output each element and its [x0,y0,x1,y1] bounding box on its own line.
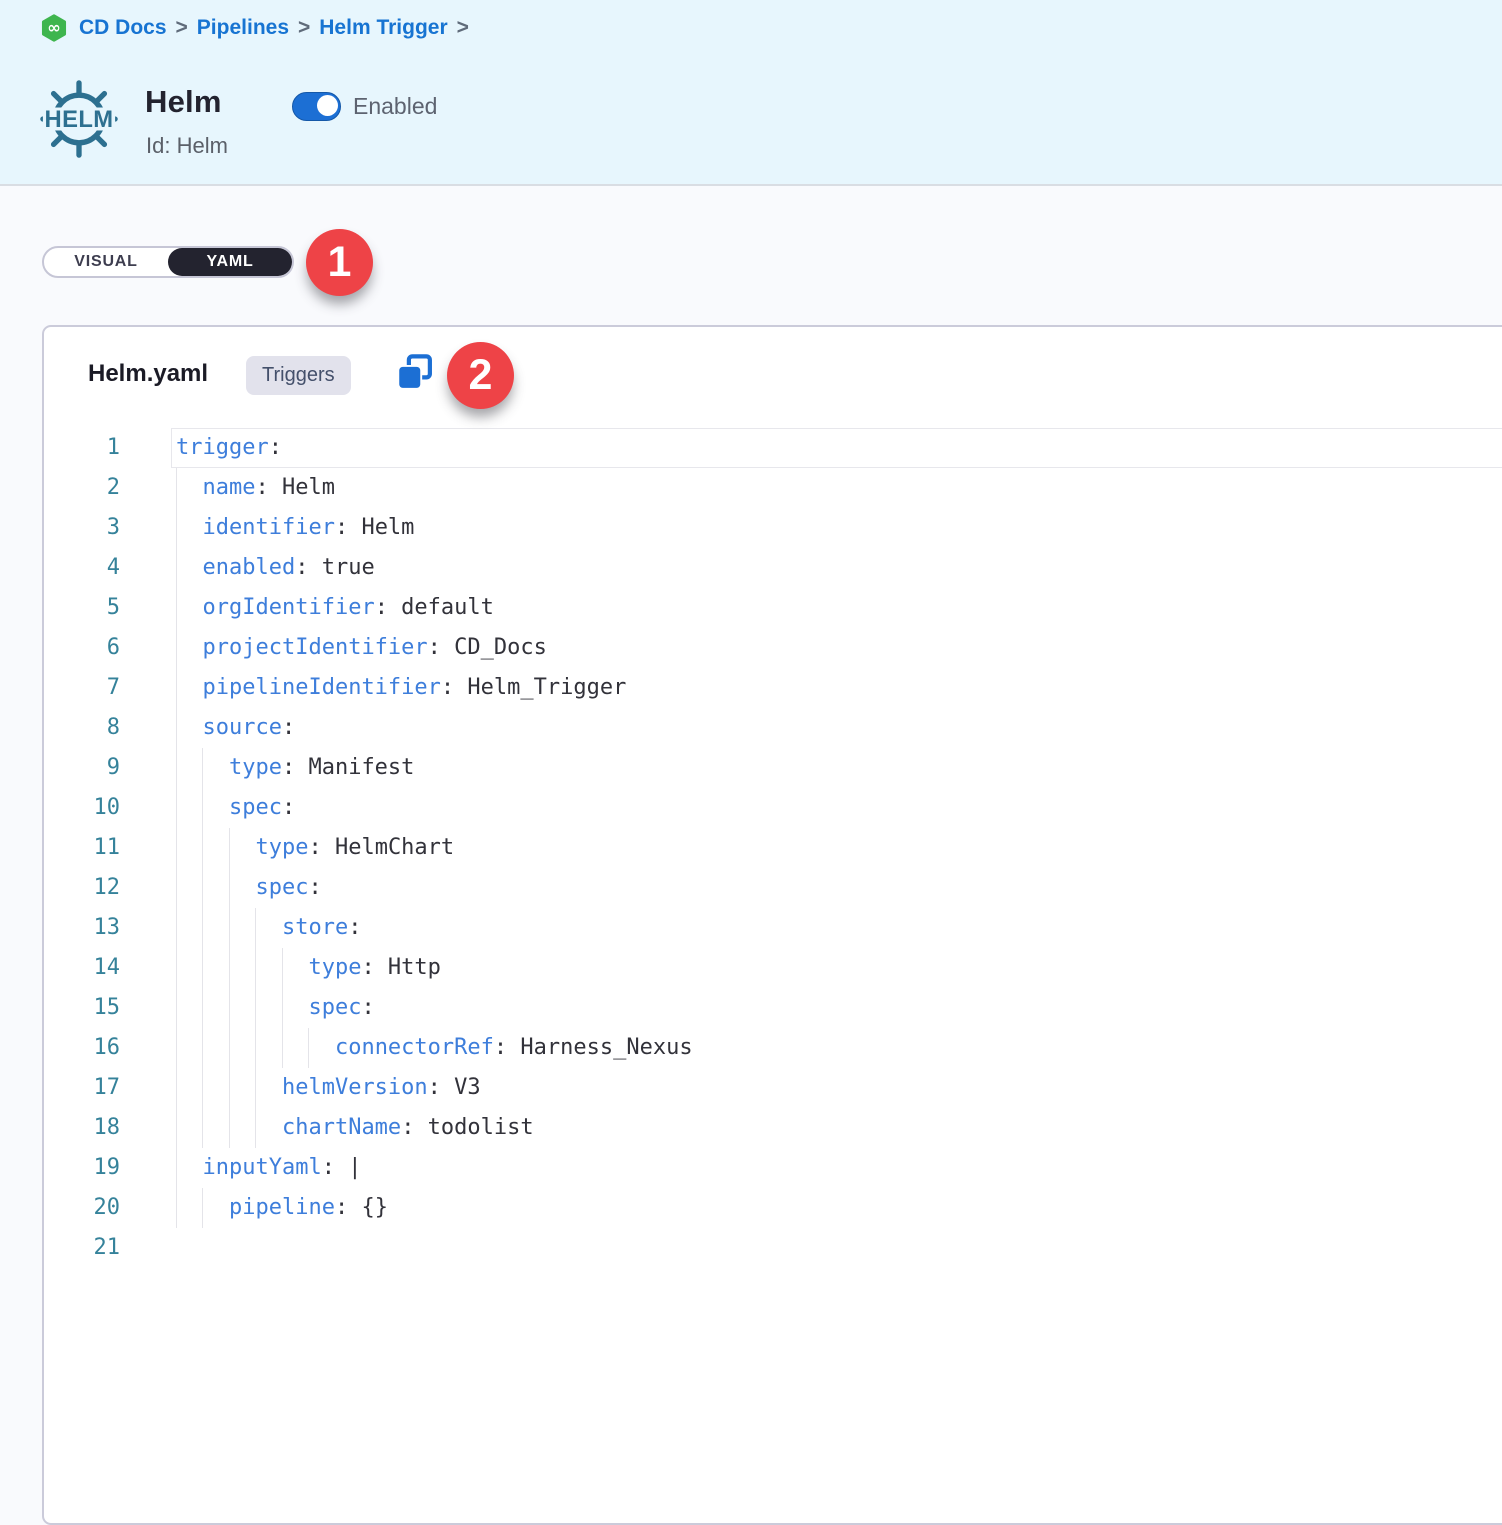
line-number: 10 [44,788,120,828]
line-number: 5 [44,588,120,628]
line-number: 6 [44,628,120,668]
svg-text:∞: ∞ [47,18,61,37]
triggers-badge: Triggers [246,356,351,395]
page-title: Helm [145,84,222,120]
line-number: 1 [44,428,120,468]
breadcrumb-separator: > [457,16,469,40]
code-line[interactable]: source: [176,708,1502,748]
line-number: 19 [44,1148,120,1188]
line-number: 8 [44,708,120,748]
copy-icon [394,352,436,394]
code-line[interactable]: projectIdentifier: CD_Docs [176,628,1502,668]
enabled-label: Enabled [353,93,437,120]
code-line[interactable]: spec: [176,788,1502,828]
code-line[interactable]: connectorRef: Harness_Nexus [176,1028,1502,1068]
code-line[interactable]: type: HelmChart [176,828,1502,868]
code-line[interactable]: spec: [176,988,1502,1028]
view-switch: VISUAL YAML [42,246,294,278]
code-line[interactable]: identifier: Helm [176,508,1502,548]
line-number: 17 [44,1068,120,1108]
code-line[interactable]: orgIdentifier: default [176,588,1502,628]
code-line[interactable]: type: Manifest [176,748,1502,788]
tab-yaml[interactable]: YAML [168,248,292,276]
code-line[interactable]: pipeline: {} [176,1188,1502,1228]
yaml-editor[interactable]: 1 trigger: 2 name: Helm 3 identifier: Helm 4… [44,428,1502,1366]
line-number: 15 [44,988,120,1028]
line-number: 16 [44,1028,120,1068]
harness-cd-icon[interactable]: ∞ [40,14,68,42]
breadcrumb-link[interactable]: CD Docs [79,16,167,40]
trigger-id: Id: Helm [146,133,228,159]
toggle-knob [317,95,338,116]
code-line[interactable]: trigger: [176,428,1502,468]
page-header: ∞ CD Docs > Pipelines > Helm Trigger > HELM H… [0,0,1502,186]
code-line[interactable]: type: Http [176,948,1502,988]
line-number: 11 [44,828,120,868]
code-line[interactable]: inputYaml: | [176,1148,1502,1188]
code-line[interactable]: chartName: todolist [176,1108,1502,1148]
line-number: 13 [44,908,120,948]
line-number: 3 [44,508,120,548]
code-line[interactable]: name: Helm [176,468,1502,508]
helm-logo-text: HELM [45,106,114,133]
line-number: 9 [44,748,120,788]
line-number: 14 [44,948,120,988]
code-line[interactable]: store: [176,908,1502,948]
breadcrumb-separator: > [298,16,310,40]
code-line[interactable]: helmVersion: V3 [176,1068,1502,1108]
breadcrumb: ∞ CD Docs > Pipelines > Helm Trigger > [40,13,478,43]
enabled-toggle[interactable] [292,92,341,121]
line-number: 12 [44,868,120,908]
line-number: 18 [44,1108,120,1148]
helm-logo: HELM [38,78,120,160]
annotation-badge-2: 2 [447,342,514,409]
breadcrumb-links: CD Docs > Pipelines > Helm Trigger > [79,16,478,40]
copy-button[interactable] [394,352,436,394]
line-number: 21 [44,1228,120,1268]
line-number: 4 [44,548,120,588]
breadcrumb-separator: > [176,16,188,40]
code-line[interactable]: pipelineIdentifier: Helm_Trigger [176,668,1502,708]
line-number: 2 [44,468,120,508]
breadcrumb-link[interactable]: Pipelines [197,16,289,40]
tab-visual[interactable]: VISUAL [44,248,168,276]
annotation-badge-1: 1 [306,229,373,296]
file-name: Helm.yaml [88,360,208,388]
line-number: 7 [44,668,120,708]
breadcrumb-link[interactable]: Helm Trigger [319,16,447,40]
code-line[interactable]: enabled: true [176,548,1502,588]
code-line[interactable]: spec: [176,868,1502,908]
line-number: 20 [44,1188,120,1228]
